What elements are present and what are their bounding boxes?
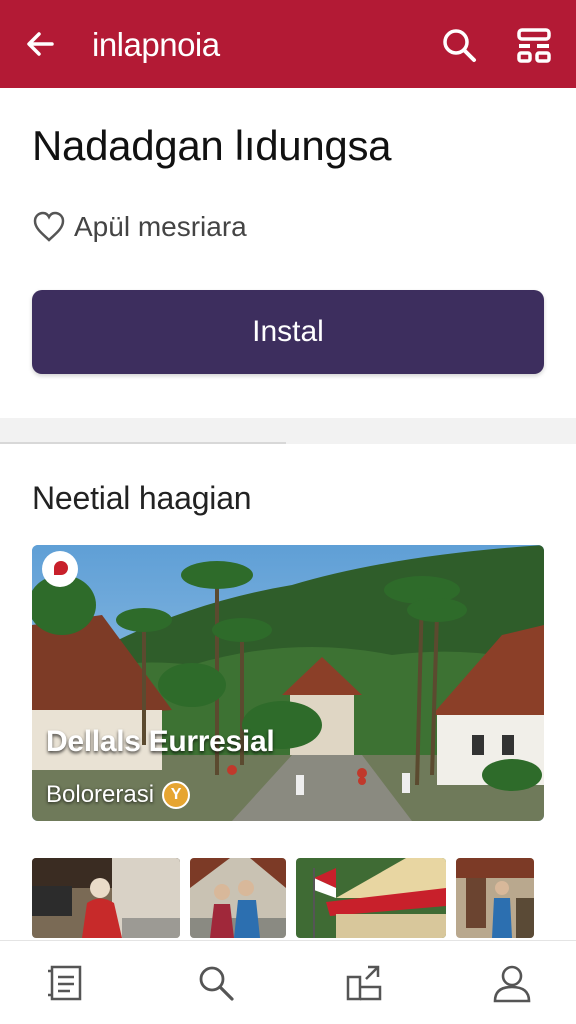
thumbnail[interactable] [296, 858, 446, 938]
pin-icon [42, 551, 78, 587]
bottom-navigation [0, 940, 576, 1024]
featured-image [32, 545, 544, 821]
thumbnail-image [190, 858, 286, 938]
thumbnail[interactable] [456, 858, 534, 938]
thumbnail-image [456, 858, 534, 938]
thumbnail-strip [32, 858, 544, 938]
featured-subtitle: Bolorerasi [46, 781, 155, 808]
divider-line [0, 442, 286, 444]
heart-icon [32, 210, 66, 244]
badge-icon: Y [162, 781, 191, 809]
thumbnail-image [32, 858, 180, 938]
section-divider [0, 418, 576, 444]
arrow-left-icon[interactable] [22, 26, 58, 62]
app-bar-title: inlapnoia [92, 26, 220, 63]
thumbnail[interactable] [190, 858, 286, 938]
search-icon[interactable] [196, 963, 236, 1003]
thumbnail[interactable] [32, 858, 180, 938]
wishlist-toggle[interactable]: Apül mesriara [32, 210, 247, 244]
featured-card[interactable]: Dellals Eurresial Bolorerasi Y [32, 545, 544, 821]
section-title: Neetial haagian [32, 480, 252, 516]
install-button[interactable]: Instal [32, 290, 544, 374]
app-title: Nadadgan lıdungsa [32, 122, 392, 169]
thumbnail-image [296, 858, 446, 938]
share-icon[interactable] [344, 963, 384, 1003]
search-icon[interactable] [440, 26, 478, 64]
document-icon[interactable] [46, 963, 86, 1003]
install-button-label: Instal [252, 315, 324, 348]
featured-subtitle-row: Bolorerasi Y [46, 781, 191, 809]
profile-icon[interactable] [492, 963, 532, 1003]
top-app-bar: inlapnoia [0, 0, 576, 88]
apps-icon[interactable] [515, 26, 553, 64]
wishlist-label: Apül mesriara [74, 211, 247, 242]
featured-title: Dellals Eurresial [46, 725, 275, 758]
